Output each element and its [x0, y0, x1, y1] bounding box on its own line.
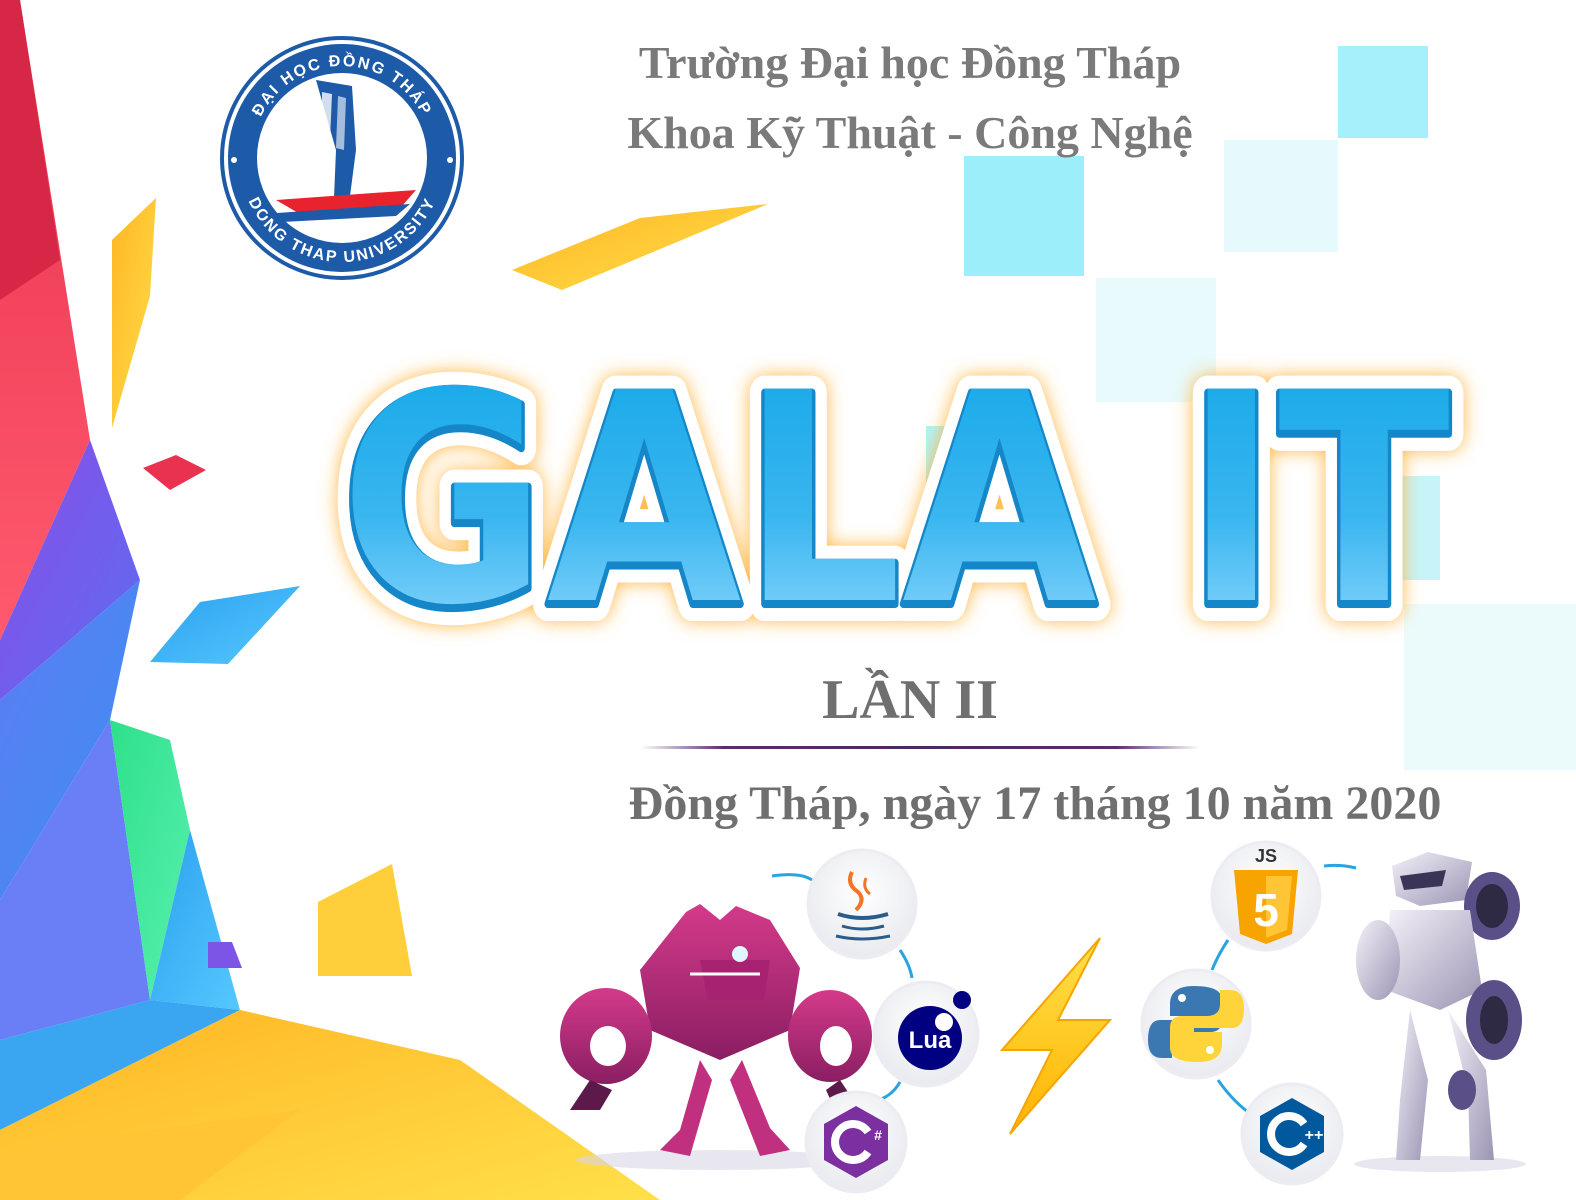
csharp-label: #	[874, 1127, 882, 1143]
python-icon	[1140, 968, 1252, 1080]
cpp-icon: ++	[1240, 1082, 1344, 1186]
silver-robot-illustration	[1354, 852, 1526, 1172]
html5-label: 5	[1253, 884, 1279, 936]
lua-icon: Lua	[872, 980, 980, 1088]
html5-icon: 5 JS	[1210, 840, 1322, 952]
java-icon	[806, 848, 918, 960]
js-label: JS	[1255, 846, 1277, 866]
cpp-label: ++	[1305, 1127, 1324, 1144]
lightning-icon	[999, 937, 1113, 1135]
tech-illustration: Lua # 5 JS ++	[560, 840, 1526, 1194]
csharp-icon: #	[804, 1090, 908, 1194]
lua-label: Lua	[909, 1027, 952, 1054]
